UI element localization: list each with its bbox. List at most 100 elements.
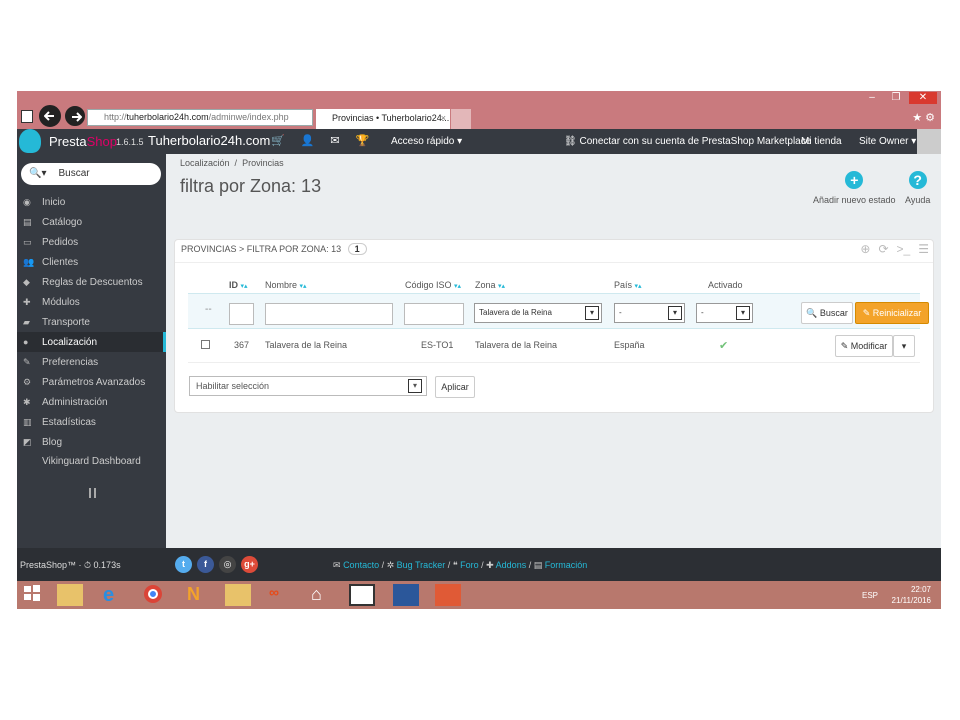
filter-zone-select[interactable]: Talavera de la Reina ▾ xyxy=(474,303,602,323)
sidebar-item-preferencias[interactable]: ✎ Preferencias xyxy=(17,352,166,372)
filter-country-value: - xyxy=(619,308,622,317)
sort-arrows-icon[interactable]: ▾▴ xyxy=(498,283,505,290)
clock[interactable]: 22:07 21/11/2016 xyxy=(892,584,931,606)
sort-arrows-icon[interactable]: ▾▴ xyxy=(300,283,307,290)
screen: – ❐ ✕ http://tuherbolario24h.com/adminwe… xyxy=(17,91,941,609)
avatar[interactable] xyxy=(917,129,941,154)
link-formacion[interactable]: Formación xyxy=(545,560,588,570)
new-tab-button[interactable] xyxy=(451,109,471,129)
link-addons[interactable]: Addons xyxy=(496,560,527,570)
filter-id-input[interactable] xyxy=(229,303,254,325)
twitter-icon[interactable]: t xyxy=(175,556,192,573)
sort-arrows-icon[interactable]: ▾▴ xyxy=(635,283,642,290)
column-iso[interactable]: Código ISO ▾▴ xyxy=(405,280,461,290)
google-plus-icon[interactable]: g+ xyxy=(241,556,258,573)
panel-heading-text: PROVINCIAS > FILTRA POR ZONA: 13 xyxy=(181,244,342,254)
sidebar-item-catalogo[interactable]: ▤ Catálogo xyxy=(17,212,166,232)
sort-arrows-icon[interactable]: ▾▴ xyxy=(241,283,248,290)
help-button[interactable]: ? Ayuda xyxy=(905,171,930,205)
sidebar-item-vikinguard[interactable]: Vikinguard Dashboard xyxy=(17,452,166,472)
home-taskbar-icon[interactable]: ⌂ xyxy=(311,584,337,606)
star-gear-icons[interactable]: ★ ⚙ xyxy=(912,111,935,124)
tab-title: Provincias • Tuherbolario24... xyxy=(332,113,450,123)
my-store-link[interactable]: Mi tienda xyxy=(801,136,842,147)
sidebar-item-clientes[interactable]: 👥 Clientes xyxy=(17,252,166,272)
url-domain: tuherbolario24h.com xyxy=(126,112,209,122)
maximize-button[interactable]: ❐ xyxy=(885,92,907,104)
mail-icon[interactable] xyxy=(225,584,251,606)
sidebar-item-descuentos[interactable]: ◆ Reglas de Descuentos xyxy=(17,272,166,292)
bulk-action-select[interactable]: Habilitar selección ▾ xyxy=(189,376,427,396)
link-bug-tracker[interactable]: Bug Tracker xyxy=(397,560,446,570)
brand-shop: Shop xyxy=(86,134,117,149)
filter-country-select[interactable]: - ▾ xyxy=(614,303,685,323)
row-actions-dropdown[interactable]: ▾ xyxy=(893,335,915,357)
sidebar-item-parametros[interactable]: ⚙ Parámetros Avanzados xyxy=(17,372,166,392)
sql-icon[interactable]: >_ xyxy=(897,242,911,256)
sidebar-item-inicio[interactable]: ◉ Inicio xyxy=(17,192,166,212)
column-id[interactable]: ID ▾▴ xyxy=(229,280,248,290)
sidebar-search[interactable]: 🔍▾ Buscar xyxy=(21,163,161,185)
add-state-button[interactable]: + Añadir nuevo estado xyxy=(813,171,896,205)
quick-access-menu[interactable]: Acceso rápido ▾ xyxy=(391,136,462,147)
facebook-icon[interactable]: f xyxy=(197,556,214,573)
add-icon[interactable]: ⊕ xyxy=(860,242,870,256)
home-icon[interactable] xyxy=(21,110,33,123)
modify-button[interactable]: ✎ Modificar xyxy=(835,335,893,357)
language-indicator[interactable]: ESP xyxy=(862,591,878,600)
bug-icon: ✲ xyxy=(386,560,395,570)
filter-iso-input[interactable] xyxy=(404,303,464,325)
windows-start-icon[interactable] xyxy=(23,584,49,606)
help-circle-icon: ? xyxy=(908,171,927,189)
column-country[interactable]: País ▾▴ xyxy=(614,280,642,290)
search-button[interactable]: 🔍 Buscar xyxy=(801,302,853,324)
user-icon[interactable]: 👤 xyxy=(301,134,315,147)
sidebar-item-blog[interactable]: ◩ Blog xyxy=(17,432,166,452)
active-app-icon[interactable] xyxy=(349,584,375,606)
sidebar-item-modulos[interactable]: ✚ Módulos xyxy=(17,292,166,312)
back-button[interactable] xyxy=(39,105,61,127)
column-zone[interactable]: Zona ▾▴ xyxy=(475,280,505,290)
powerpoint-icon[interactable] xyxy=(435,584,461,606)
column-name[interactable]: Nombre ▾▴ xyxy=(265,280,307,290)
row-checkbox[interactable] xyxy=(201,340,210,349)
sidebar-item-administracion[interactable]: ✱ Administración xyxy=(17,392,166,412)
browser-tab[interactable]: Provincias • Tuherbolario24... × xyxy=(316,109,450,129)
database-icon[interactable]: ☰ xyxy=(918,242,929,256)
chrome-icon[interactable] xyxy=(143,584,169,606)
chevron-down-icon: ▾ xyxy=(585,306,599,320)
filter-name-input[interactable] xyxy=(265,303,393,325)
filter-active-select[interactable]: - ▾ xyxy=(696,303,753,323)
shop-name-link[interactable]: Tuherbolario24h.com xyxy=(148,133,270,148)
app-n-icon[interactable]: N xyxy=(187,584,213,606)
sidebar-item-localizacion[interactable]: ● Localización xyxy=(17,332,166,352)
sidebar-item-transporte[interactable]: ▰ Transporte xyxy=(17,312,166,332)
internet-explorer-icon[interactable]: e xyxy=(103,584,129,606)
sort-arrows-icon[interactable]: ▾▴ xyxy=(454,283,461,290)
sidebar-item-pedidos[interactable]: ▭ Pedidos xyxy=(17,232,166,252)
trophy-icon[interactable]: 🏆 xyxy=(356,134,370,147)
github-icon[interactable]: ◎ xyxy=(219,556,236,573)
cart-icon[interactable]: 🛒 xyxy=(271,134,285,147)
refresh-icon[interactable]: ⟳ xyxy=(878,242,888,256)
sidebar-item-estadisticas[interactable]: ▥ Estadísticas xyxy=(17,412,166,432)
active-check-icon[interactable]: ✔ xyxy=(719,339,728,352)
minimize-button[interactable]: – xyxy=(861,92,883,104)
link-foro[interactable]: Foro xyxy=(460,560,479,570)
marketplace-connect-link[interactable]: ⛓ Conectar con su cuenta de PrestaShop M… xyxy=(564,136,811,147)
envelope-icon[interactable]: ✉ xyxy=(330,134,339,147)
forward-button[interactable] xyxy=(65,106,85,126)
apply-button[interactable]: Aplicar xyxy=(435,376,475,398)
file-explorer-icon[interactable] xyxy=(57,584,83,606)
address-bar[interactable]: http://tuherbolario24h.com/adminwe/index… xyxy=(87,109,313,126)
close-window-button[interactable]: ✕ xyxy=(909,92,937,104)
link-contacto[interactable]: Contacto xyxy=(343,560,379,570)
collapse-sidebar-icon[interactable] xyxy=(89,488,96,498)
reset-button[interactable]: ✎ Reinicializar xyxy=(855,302,929,324)
owner-menu[interactable]: Site Owner ▾ xyxy=(859,136,916,147)
tab-close-icon[interactable]: × xyxy=(441,109,446,127)
filezilla-icon[interactable]: ∞ xyxy=(269,584,295,606)
word-icon[interactable] xyxy=(393,584,419,606)
search-icon[interactable]: 🔍▾ xyxy=(29,168,46,179)
breadcrumb-parent[interactable]: Localización xyxy=(180,158,230,168)
